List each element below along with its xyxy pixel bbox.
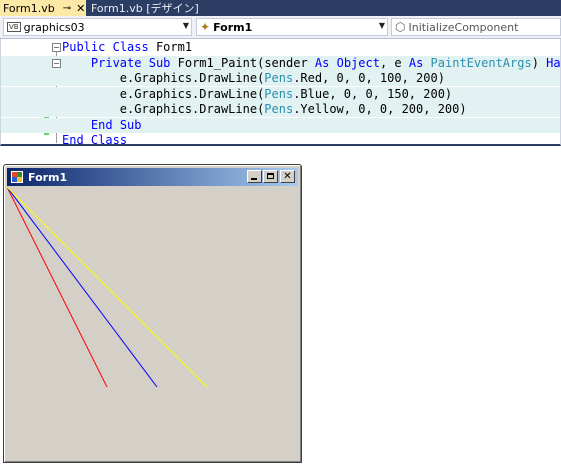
- class-combo[interactable]: ✦ Form1 ▼: [196, 18, 388, 36]
- window-title-bar[interactable]: Form1 ✕: [7, 168, 298, 186]
- maximize-button[interactable]: [263, 170, 278, 183]
- code-line-text: e.Graphics.DrawLine(Pens.Blue, 0, 0, 150…: [119, 87, 453, 101]
- code-line-text: End Class: [62, 133, 128, 146]
- collapse-outline-icon[interactable]: −: [52, 43, 61, 52]
- code-line[interactable]: End Sub: [1, 118, 560, 133]
- document-tab-strip: Form1.vb ⊸ ✕ Form1.vb [デザイン]: [0, 0, 561, 16]
- close-tab-icon[interactable]: ✕: [76, 2, 85, 15]
- code-line[interactable]: End Class: [1, 133, 560, 146]
- method-icon: ⬡: [395, 20, 406, 34]
- code-text-area[interactable]: − Public Class Form1− Private Sub Form1_P…: [0, 39, 561, 146]
- code-line-text: e.Graphics.DrawLine(Pens.Red, 0, 0, 100,…: [119, 71, 445, 85]
- code-line[interactable]: e.Graphics.DrawLine(Pens.Yellow, 0, 0, 2…: [1, 102, 560, 117]
- class-combo-value: Form1: [213, 20, 253, 34]
- code-line[interactable]: e.Graphics.DrawLine(Pens.Blue, 0, 0, 150…: [1, 87, 560, 102]
- form-app-icon[interactable]: [10, 170, 24, 184]
- code-line-text: Public Class Form1: [62, 40, 193, 54]
- window-title: Form1: [28, 170, 68, 184]
- tab-form1-designer-label: Form1.vb [デザイン]: [91, 2, 199, 15]
- chevron-down-icon[interactable]: ▼: [183, 21, 189, 30]
- form1-window: Form1 ✕: [3, 164, 302, 463]
- method-combo-value: InitializeComponent: [408, 20, 519, 34]
- class-icon: ✦: [200, 20, 211, 34]
- code-editor-panel: Form1.vb ⊸ ✕ Form1.vb [デザイン] VB graphics…: [0, 0, 561, 146]
- navigation-bar: VB graphics03 ▼ ✦ Form1 ▼ ⬡ InitializeCo…: [0, 16, 561, 39]
- tab-form1-vb[interactable]: Form1.vb ⊸ ✕: [0, 0, 86, 16]
- form-client-area[interactable]: [7, 187, 298, 460]
- project-combo[interactable]: VB graphics03 ▼: [3, 18, 192, 36]
- code-line[interactable]: − Private Sub Form1_Paint(sender As Obje…: [1, 56, 561, 71]
- caption-buttons: ✕: [246, 170, 295, 183]
- painted-line-blue: [7, 187, 158, 388]
- vb-project-icon: VB: [7, 22, 21, 32]
- method-combo[interactable]: ⬡ InitializeComponent: [391, 18, 561, 36]
- pin-icon[interactable]: ⊸: [63, 3, 71, 14]
- chevron-down-icon[interactable]: ▼: [379, 21, 385, 30]
- code-line-text: End Sub: [90, 118, 142, 132]
- tab-form1-vb-label: Form1.vb: [3, 1, 55, 15]
- code-line[interactable]: − Public Class Form1: [1, 40, 560, 55]
- code-line-text: Private Sub Form1_Paint(sender As Object…: [90, 56, 561, 70]
- project-combo-value: graphics03: [23, 20, 85, 34]
- code-line-text: e.Graphics.DrawLine(Pens.Yellow, 0, 0, 2…: [119, 102, 467, 116]
- painted-line-yellow: [7, 187, 208, 388]
- close-icon: ✕: [283, 171, 292, 182]
- code-line[interactable]: e.Graphics.DrawLine(Pens.Red, 0, 0, 100,…: [1, 71, 560, 86]
- minimize-icon: [251, 178, 257, 180]
- tab-form1-designer[interactable]: Form1.vb [デザイン]: [89, 0, 219, 16]
- paint-surface: [7, 187, 208, 388]
- close-button[interactable]: ✕: [280, 170, 295, 183]
- painted-line-red: [7, 187, 108, 388]
- minimize-button[interactable]: [247, 170, 262, 183]
- maximize-icon: [267, 173, 274, 179]
- collapse-outline-icon[interactable]: −: [52, 59, 61, 68]
